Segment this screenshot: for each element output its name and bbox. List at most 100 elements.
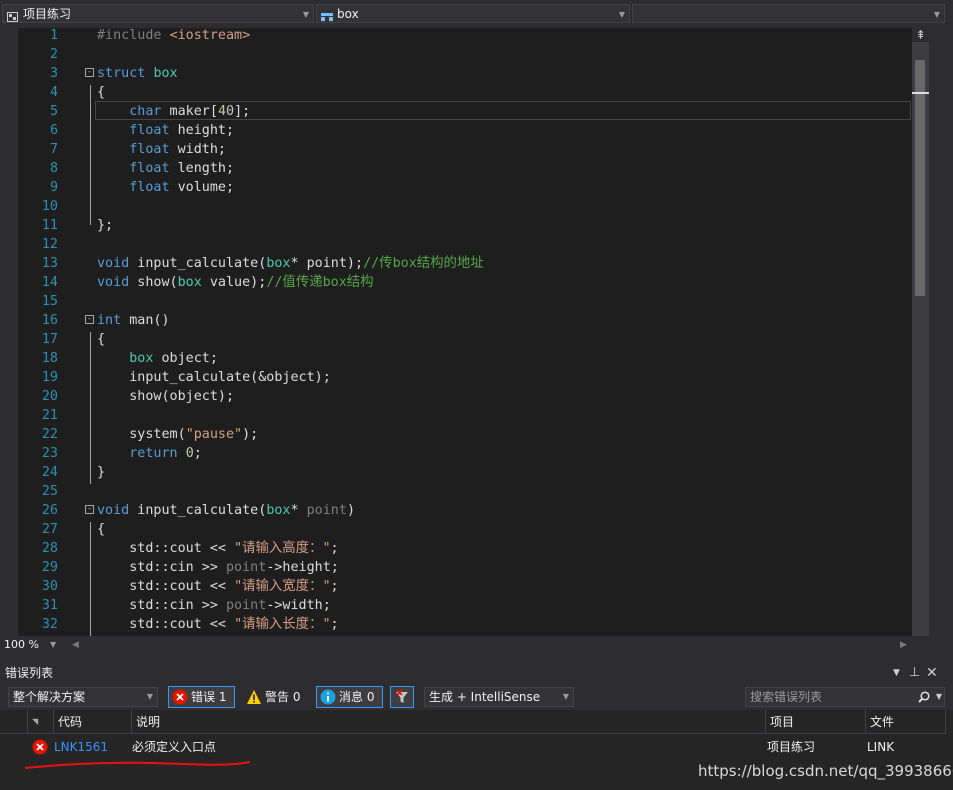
code-token: struct (97, 66, 154, 81)
chevron-down-icon: ▼ (302, 10, 309, 19)
code-line[interactable]: 22 system("pause"); (0, 425, 912, 444)
code-token: ) (346, 503, 355, 518)
code-line[interactable]: 28 std::cout << "请输入高度："; (0, 539, 912, 558)
code-line[interactable]: 29 std::cin >> point->height; (0, 558, 912, 577)
code-token: * point); (290, 256, 364, 271)
code-token: std::cin >> (97, 598, 226, 613)
red-annotation-underline (24, 761, 251, 769)
build-source-dropdown[interactable]: 生成 + IntelliSense ▼ (424, 687, 574, 707)
search-icon[interactable] (918, 691, 930, 703)
collapse-icon[interactable]: - (85, 315, 94, 324)
code-line[interactable]: 3 - struct box (0, 64, 912, 83)
code-token: object; (153, 351, 218, 366)
scroll-left-icon[interactable]: ◀ (72, 636, 79, 654)
code-line[interactable]: 17 { (0, 330, 912, 349)
member-dropdown[interactable]: ▼ (632, 4, 945, 23)
code-token: "请输入长度：" (234, 617, 331, 632)
warnings-filter-button[interactable]: 警告 0 (242, 686, 310, 708)
code-line[interactable]: 13 void input_calculate(box* point);//传bo… (0, 254, 912, 273)
zoom-level[interactable]: 100 % (4, 636, 39, 654)
vertical-scrollbar[interactable] (912, 42, 929, 636)
column-header-file[interactable]: 文件 (866, 710, 946, 734)
code-line[interactable]: 6 float height; (0, 121, 912, 140)
code-line[interactable]: 16 - int man() (0, 311, 912, 330)
chevron-down-icon: ▼ (618, 10, 625, 19)
code-line[interactable]: 23 return 0; (0, 444, 912, 463)
code-token: man() (121, 313, 170, 328)
code-line[interactable]: 10 (0, 197, 912, 216)
code-token: input_calculate( (129, 256, 267, 271)
code-text: std::cout << "请输入宽度："; (97, 577, 338, 596)
code-line[interactable]: 8 float length; (0, 159, 912, 178)
code-line[interactable]: 2 (0, 45, 912, 64)
line-number: 10 (41, 199, 58, 214)
error-list-toolbar: 整个解决方案 ▼ 错误 1 警告 0 消息 0 生成 + IntelliSens… (0, 684, 953, 710)
code-line[interactable]: 30 std::cout << "请输入宽度："; (0, 577, 912, 596)
chevron-down-icon: ▼ (933, 10, 940, 19)
code-line[interactable]: 4{ (0, 83, 912, 102)
scroll-right-icon[interactable]: ▶ (900, 636, 907, 654)
scope-filter-dropdown[interactable]: 整个解决方案 ▼ (8, 687, 158, 707)
error-project: 项目练习 (767, 740, 816, 754)
zoom-dropdown-icon[interactable]: ▼ (50, 636, 56, 654)
code-line[interactable]: 7 float width; (0, 140, 912, 159)
code-line[interactable]: 12 (0, 235, 912, 254)
code-line[interactable]: 24} (0, 463, 912, 482)
code-line[interactable]: 20 show(object); (0, 387, 912, 406)
code-text: void input_calculate(box* point);//传box结… (97, 254, 484, 273)
code-line[interactable]: 27 { (0, 520, 912, 539)
code-line[interactable]: 21 (0, 406, 912, 425)
code-line[interactable]: 31 std::cin >> point->width; (0, 596, 912, 615)
line-number: 28 (41, 541, 58, 556)
code-text: std::cout << "请输入高度："; (97, 539, 338, 558)
collapse-icon[interactable]: - (85, 505, 94, 514)
code-line[interactable]: 9 float volume; (0, 178, 912, 197)
errors-filter-label: 错误 1 (191, 690, 227, 704)
pin-icon[interactable]: ⊥ (909, 662, 920, 684)
panel-menu-icon[interactable]: ▼ (893, 662, 900, 684)
code-line[interactable]: 1 #include <iostream> (0, 28, 912, 45)
collapse-icon[interactable]: - (85, 68, 94, 77)
code-line[interactable]: 14 void show(box value);//值传递box结构 (0, 273, 912, 292)
code-line[interactable]: 5 char maker[40]; (0, 102, 912, 121)
code-token: box (153, 66, 178, 81)
column-header-description[interactable]: 说明 (132, 710, 766, 734)
project-dropdown[interactable]: 项目练习 ▼ (2, 4, 314, 23)
scope-dropdown-label: box (337, 7, 359, 21)
code-text: #include <iostream> (97, 28, 250, 45)
code-token: point (306, 503, 347, 518)
line-number: 17 (41, 332, 58, 347)
error-list-search[interactable]: 搜索错误列表 ▼ (745, 687, 945, 707)
code-editor[interactable]: 1 #include <iostream> 2 3- struct box 4{5 cha… (0, 28, 929, 636)
line-number: 18 (41, 351, 58, 366)
code-line[interactable]: 11}; (0, 216, 912, 235)
close-icon[interactable]: ✕ (926, 662, 938, 684)
line-number: 25 (41, 484, 58, 499)
line-number: 11 (41, 218, 58, 233)
scope-dropdown[interactable]: box ▼ (316, 4, 630, 23)
messages-filter-button[interactable]: 消息 0 (316, 686, 383, 708)
code-line[interactable]: 18 box object; (0, 349, 912, 368)
errors-filter-button[interactable]: 错误 1 (168, 686, 235, 708)
scrollbar-thumb[interactable] (915, 60, 925, 296)
split-window-icon[interactable]: ⇞ (912, 28, 929, 42)
line-number: 8 (49, 161, 58, 176)
code-line[interactable]: 15 (0, 292, 912, 311)
code-token: float (129, 161, 170, 176)
code-line[interactable]: 26 - void input_calculate(box* point) (0, 501, 912, 520)
code-line[interactable]: 19 input_calculate(&object); (0, 368, 912, 387)
error-code-link[interactable]: LNK1561 (54, 737, 108, 757)
filter-toggle-button[interactable] (390, 686, 414, 708)
code-token: length; (169, 161, 235, 176)
column-header-code[interactable]: 代码 (54, 710, 132, 734)
sort-indicator-icon[interactable]: ◥ (28, 710, 54, 734)
column-header-project[interactable]: 项目 (766, 710, 866, 734)
error-list-panel-header: 错误列表 ▼ ⊥ ✕ (0, 662, 953, 684)
code-line[interactable]: 25 (0, 482, 912, 501)
search-options-icon[interactable]: ▼ (936, 688, 942, 706)
code-line[interactable]: 32 std::cout << "请输入长度："; (0, 615, 912, 634)
build-source-label: 生成 + IntelliSense (429, 690, 541, 704)
